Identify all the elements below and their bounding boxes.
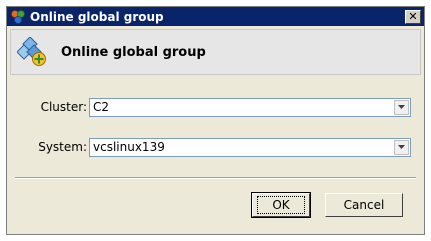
global-group-icon — [10, 9, 26, 25]
ok-button-label: OK — [257, 196, 305, 214]
online-global-group-dialog: Online global group ✕ Online global grou… — [6, 6, 425, 235]
system-value: vcslinux139 — [93, 140, 165, 154]
system-label: System: — [38, 140, 87, 154]
chevron-down-icon[interactable] — [394, 139, 409, 155]
dialog-heading: Online global group — [61, 44, 206, 60]
ok-button[interactable]: OK — [251, 192, 311, 218]
system-dropdown[interactable]: vcslinux139 — [89, 137, 411, 157]
cancel-button-label: Cancel — [343, 198, 385, 212]
cluster-value: C2 — [93, 100, 110, 114]
title-bar[interactable]: Online global group ✕ — [7, 7, 424, 26]
dialog-header: Online global group — [10, 29, 421, 75]
cluster-dropdown[interactable]: C2 — [89, 97, 411, 117]
cluster-label: Cluster: — [40, 100, 87, 114]
divider — [15, 177, 416, 179]
cluster-row: Cluster: C2 — [7, 97, 411, 117]
cancel-button[interactable]: Cancel — [325, 193, 403, 217]
global-group-add-icon — [16, 36, 47, 67]
chevron-down-icon[interactable] — [394, 99, 409, 115]
close-icon[interactable]: ✕ — [405, 9, 421, 24]
system-row: System: vcslinux139 — [7, 137, 411, 157]
window-title: Online global group — [30, 9, 164, 24]
